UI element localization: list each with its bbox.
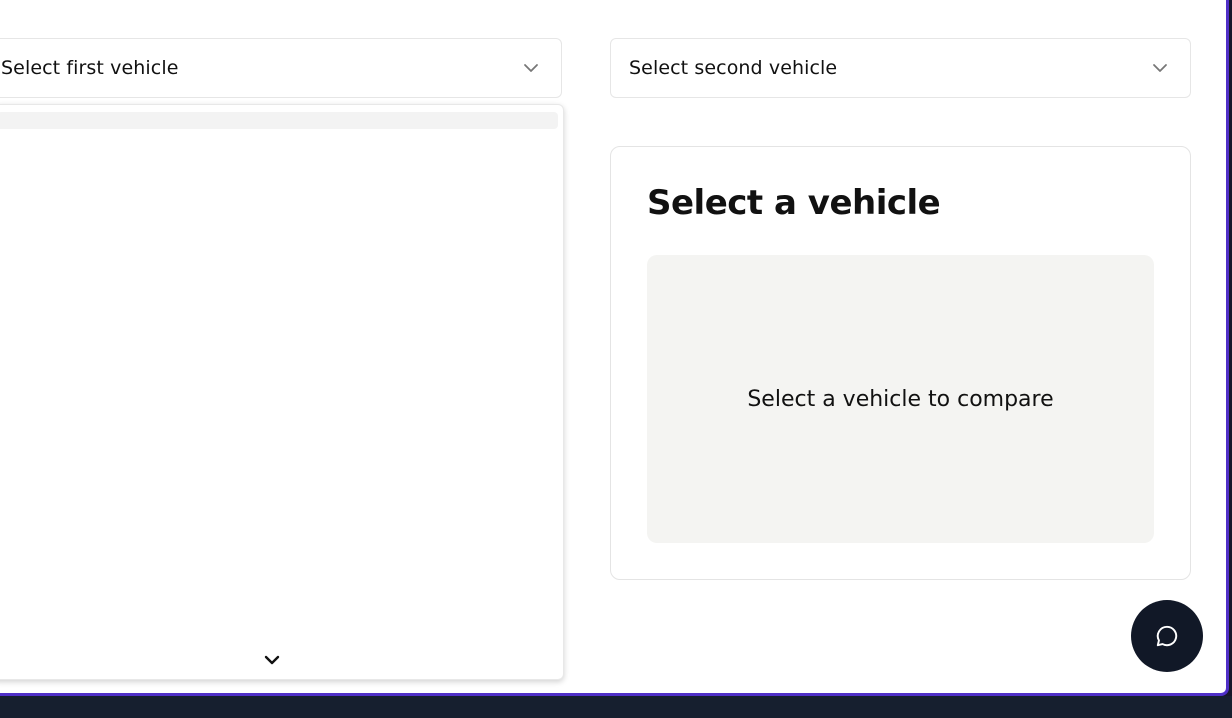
app-frame: Select first vehicle Select second vehic… bbox=[0, 0, 1229, 696]
chevron-down-icon bbox=[524, 64, 538, 72]
first-vehicle-select-label: Select first vehicle bbox=[1, 57, 179, 79]
taskbar bbox=[0, 696, 1232, 718]
dropdown-option-placeholder[interactable] bbox=[0, 112, 558, 129]
comparison-placeholder: Select a vehicle to compare bbox=[647, 255, 1154, 543]
chat-bubble-icon bbox=[1156, 625, 1178, 647]
chat-button[interactable] bbox=[1131, 600, 1203, 672]
first-vehicle-dropdown-list[interactable] bbox=[0, 104, 564, 680]
dropdown-scroll-down-button[interactable] bbox=[263, 653, 281, 667]
chevron-down-icon bbox=[1153, 64, 1167, 72]
comparison-card-title: Select a vehicle bbox=[647, 183, 941, 223]
second-vehicle-select[interactable]: Select second vehicle bbox=[610, 38, 1191, 98]
second-vehicle-select-label: Select second vehicle bbox=[629, 57, 838, 79]
first-vehicle-select[interactable]: Select first vehicle bbox=[0, 38, 562, 98]
comparison-card: Select a vehicle Select a vehicle to com… bbox=[610, 146, 1191, 580]
comparison-placeholder-text: Select a vehicle to compare bbox=[747, 386, 1054, 412]
chevron-down-icon bbox=[264, 655, 280, 665]
